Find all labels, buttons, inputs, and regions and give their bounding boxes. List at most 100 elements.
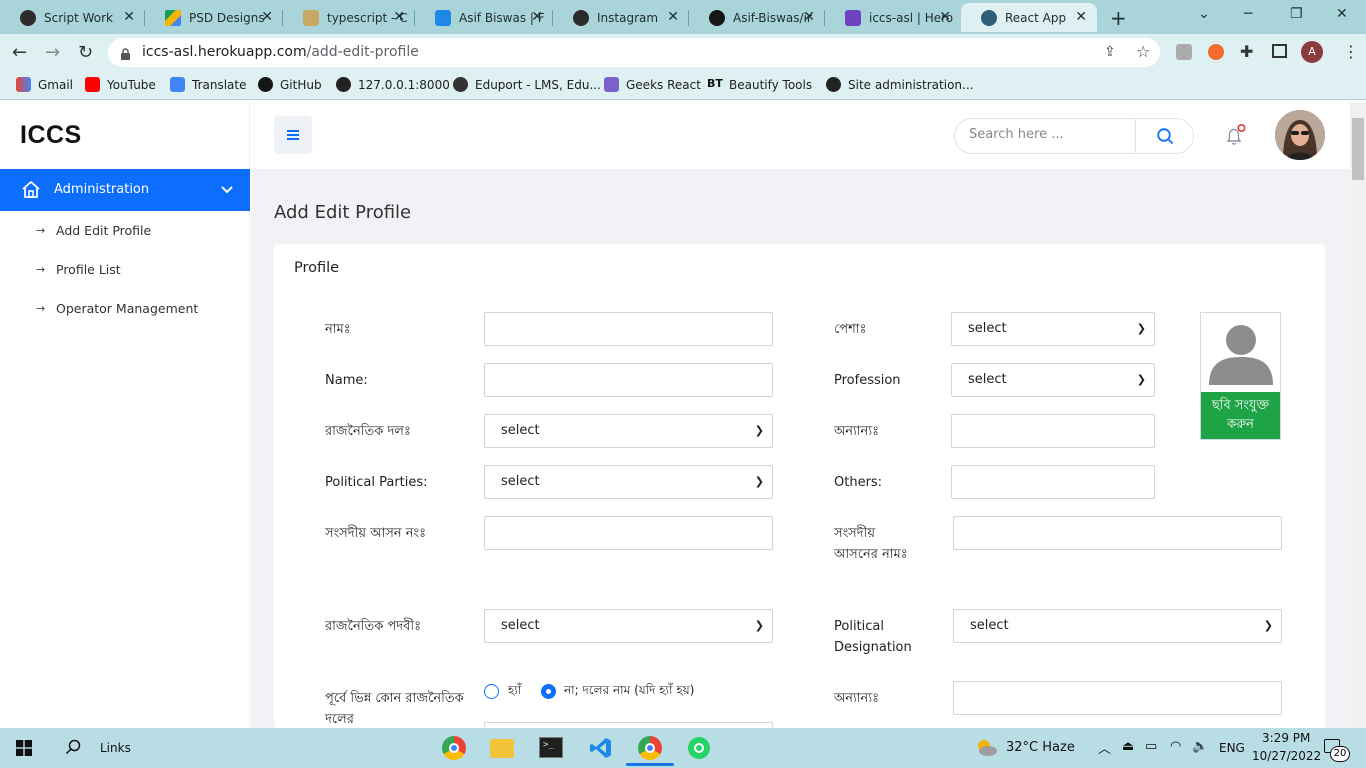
others-bn-input-2[interactable] [953,681,1282,715]
volume-icon[interactable]: 🔈 [1192,739,1208,754]
windows-start-icon[interactable] [16,740,32,756]
close-icon[interactable]: ✕ [123,9,135,25]
others-bn-input[interactable] [951,414,1155,448]
usb-icon[interactable]: ⏏ [1122,739,1134,754]
side-panel-icon[interactable] [1272,44,1287,58]
sidebar-item-add-edit-profile[interactable]: → Add Edit Profile [36,223,151,238]
reload-icon[interactable]: ↻ [78,42,93,63]
close-icon[interactable]: ✕ [261,9,273,25]
profile-card [274,244,1325,728]
browser-tab[interactable]: typescript - C ✕ [283,3,415,32]
browser-tab[interactable]: Script Work ✕ [0,3,145,32]
sidebar-item-profile-list[interactable]: → Profile List [36,262,121,277]
weather-icon[interactable] [974,738,998,758]
clock-time[interactable]: 3:29 PM [1262,731,1310,745]
weather-text[interactable]: 32°C Haze [1006,740,1075,755]
party-en-select[interactable]: select ❯ [484,465,773,499]
others-en-input[interactable] [951,465,1155,499]
chrome-icon[interactable] [442,736,466,760]
bookmark-youtube[interactable]: YouTube [85,77,156,92]
wifi-icon[interactable]: ◠ [1170,739,1181,754]
browser-tab[interactable]: Asif Biswas | F ✕ [415,3,553,32]
extension-icon[interactable] [1208,44,1224,60]
browser-tab-active[interactable]: React App ✕ [961,3,1097,32]
stack-icon [303,9,319,26]
back-icon[interactable]: ← [12,42,27,63]
clock-date[interactable]: 10/27/2022 [1252,749,1321,763]
party-bn-select[interactable]: select ❯ [484,414,773,448]
sidebar-item-operator-management[interactable]: → Operator Management [36,301,198,316]
close-icon[interactable]: ✕ [667,9,679,25]
attach-photo-button[interactable]: ছবি সংযুক্ত করুন [1201,392,1280,439]
page-scrollbar[interactable] [1350,102,1366,728]
browser-tab[interactable]: PSD Designs ✕ [145,3,283,32]
forward-icon[interactable]: → [45,42,60,63]
previous-party-no-radio[interactable] [541,684,556,699]
bookmark-gmail[interactable]: Gmail [16,77,73,92]
extension-icon[interactable] [1176,44,1192,60]
close-icon[interactable]: ✕ [531,9,543,25]
app-logo[interactable]: ICCS [20,121,82,150]
bookmark-translate[interactable]: Translate [170,77,247,92]
hamburger-menu-button[interactable] [274,116,312,154]
globe-icon [336,77,351,92]
seat-no-input[interactable] [484,516,773,550]
bt-icon: BT [707,77,723,90]
previous-party-yes-radio[interactable] [484,684,499,699]
taskbar-search-label[interactable]: Links [100,741,131,755]
translate-icon [170,77,185,92]
close-icon[interactable]: ✕ [393,9,405,25]
battery-icon[interactable]: ▭ [1145,739,1157,754]
user-avatar[interactable] [1275,110,1325,160]
notification-bell-icon[interactable] [1224,123,1246,148]
terminal-icon[interactable]: >_ [539,737,563,758]
minimize-button[interactable]: ─ [1244,6,1252,22]
name-bn-input[interactable] [484,312,773,346]
bookmark-geeks-react[interactable]: Geeks React [604,77,701,92]
close-icon[interactable]: ✕ [803,9,815,25]
designation-bn-select[interactable]: select ❯ [484,609,773,643]
language-indicator[interactable]: ENG [1219,741,1245,755]
browser-tab[interactable]: iccs-asl | Hero ✕ [825,3,961,32]
vscode-icon[interactable] [589,736,613,760]
windows-taskbar [0,728,1366,768]
url-text[interactable]: iccs-asl.herokuapp.com/add-edit-profile [142,44,419,60]
menu-kebab-icon[interactable]: ⋮ [1343,42,1359,61]
name-en-label: Name: [325,373,368,388]
browser-tab[interactable]: Asif-Biswas/ir ✕ [689,3,825,32]
search-input[interactable] [969,127,1129,142]
new-tab-button[interactable]: + [1110,6,1127,30]
profession-en-select[interactable]: select ❯ [951,363,1155,397]
scrollbar-thumb[interactable] [1352,118,1364,180]
name-en-input[interactable] [484,363,773,397]
chrome-icon[interactable] [638,736,662,760]
profession-bn-select[interactable]: select ❯ [951,312,1155,346]
bookmark-site-admin[interactable]: Site administration... [826,77,973,92]
maximize-button[interactable]: ❐ [1290,6,1303,22]
bookmark-star-icon[interactable]: ☆ [1136,42,1150,61]
seat-name-input[interactable] [953,516,1282,550]
taskbar-search-icon[interactable] [65,739,81,759]
designation-en-select[interactable]: select ❯ [953,609,1282,643]
lock-icon[interactable] [120,45,131,60]
sidebar-item-administration[interactable]: Administration [0,169,250,211]
close-icon[interactable]: ✕ [1075,9,1087,25]
bookmark-localhost[interactable]: 127.0.0.1:8000 [336,77,450,92]
bookmark-eduport[interactable]: Eduport - LMS, Edu... [453,77,601,92]
tab-search-icon[interactable]: ⌄ [1198,6,1210,22]
others-bn-label: অন্যান্যঃ [834,424,880,439]
close-icon[interactable]: ✕ [939,9,951,25]
share-icon[interactable]: ⇪ [1104,44,1116,60]
notification-count-badge: 20 [1330,746,1350,762]
close-window-button[interactable]: ✕ [1336,6,1348,22]
browser-tab[interactable]: Instagram ✕ [553,3,689,32]
search-button[interactable] [1135,119,1194,153]
page-title: Add Edit Profile [274,202,412,223]
profile-avatar[interactable]: A [1301,41,1323,63]
whatsapp-icon[interactable] [688,737,710,759]
bookmark-github[interactable]: GitHub [258,77,322,92]
chevron-up-icon[interactable]: ︿ [1098,738,1111,757]
bookmark-beautify[interactable]: BT Beautify Tools [707,77,812,92]
puzzle-icon[interactable]: ✚ [1240,42,1253,61]
file-explorer-icon[interactable] [490,739,514,758]
